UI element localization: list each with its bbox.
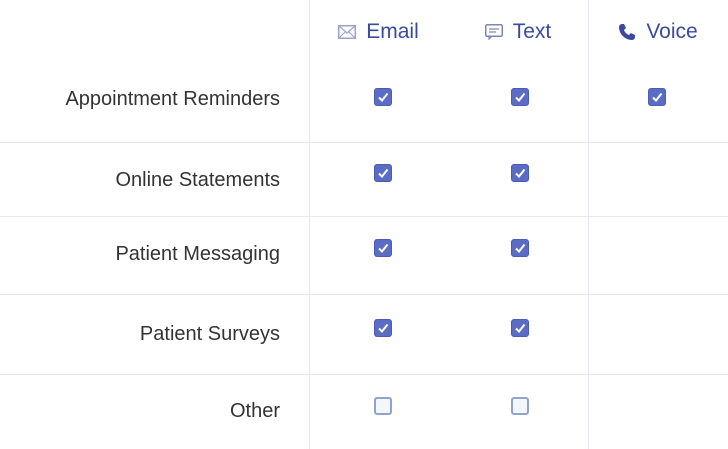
checkbox-email[interactable] <box>374 319 392 337</box>
column-header-voice: Voice <box>588 14 728 50</box>
message-icon <box>484 24 503 40</box>
checkbox-email[interactable] <box>374 88 392 106</box>
column-header-email-label: Email <box>366 20 419 43</box>
column-header-text: Text <box>448 14 588 50</box>
checkbox-text[interactable] <box>511 319 529 337</box>
row-label-other: Other <box>229 400 280 422</box>
checkbox-text[interactable] <box>511 397 529 415</box>
checkbox-voice[interactable] <box>648 88 666 106</box>
row-divider <box>0 374 728 375</box>
checkbox-email[interactable] <box>374 164 392 182</box>
row-label-online-statements: Online Statements <box>115 169 280 191</box>
checkbox-email[interactable] <box>374 239 392 257</box>
row-divider <box>0 216 728 217</box>
row-label-patient-messaging: Patient Messaging <box>115 243 280 265</box>
column-header-email: Email <box>309 14 448 50</box>
checkbox-text[interactable] <box>511 88 529 106</box>
envelope-icon <box>338 25 357 39</box>
checkbox-email[interactable] <box>374 397 392 415</box>
row-divider <box>0 142 728 143</box>
column-header-voice-label: Voice <box>646 20 698 43</box>
column-divider <box>588 0 589 449</box>
column-header-text-label: Text <box>512 20 552 43</box>
phone-icon <box>618 23 636 41</box>
row-divider <box>0 294 728 295</box>
row-label-patient-surveys: Patient Surveys <box>139 323 280 345</box>
row-label-appointment-reminders: Appointment Reminders <box>65 88 280 110</box>
checkbox-text[interactable] <box>511 239 529 257</box>
column-divider <box>309 0 310 449</box>
notification-preferences-grid: Email Text Voice Appointment Reminders O… <box>0 0 728 449</box>
checkbox-text[interactable] <box>511 164 529 182</box>
